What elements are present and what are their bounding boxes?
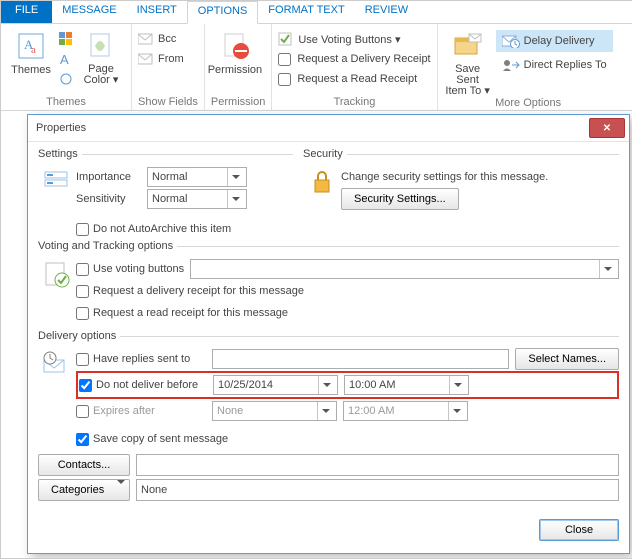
security-text: Change security settings for this messag… <box>341 171 548 183</box>
voting-buttons[interactable]: Use Voting Buttons ▾ <box>278 30 430 48</box>
do-not-deliver-check[interactable]: Do not deliver before <box>79 379 207 392</box>
security-icon <box>303 166 341 210</box>
autoarchive-check[interactable]: Do not AutoArchive this item <box>76 223 231 236</box>
tab-insert[interactable]: INSERT <box>127 1 187 23</box>
voting-icon <box>38 258 76 324</box>
theme-fonts[interactable]: A <box>59 50 73 68</box>
settings-group: Settings Importance Normal Sensitivity N… <box>38 148 293 210</box>
chevron-down-icon <box>227 168 244 186</box>
voting-tracking-group: Voting and Tracking options Use voting b… <box>38 240 619 324</box>
group-more: Save SentItem To ▾ Delay Delivery Direct… <box>438 24 619 110</box>
svg-text:a: a <box>31 44 36 56</box>
properties-dialog: Properties ✕ Settings Importance Normal … <box>27 114 630 554</box>
group-permission-label: Permission <box>211 96 265 108</box>
group-permission: Permission Permission <box>205 24 272 110</box>
save-sent-button[interactable]: Save SentItem To ▾ <box>444 28 492 97</box>
have-replies-check[interactable]: Have replies sent to <box>76 353 206 366</box>
expires-date-combo: None <box>212 401 337 421</box>
theme-colors[interactable] <box>59 30 73 48</box>
ribbon-tabs: FILE MESSAGE INSERT OPTIONS FORMAT TEXT … <box>1 1 632 24</box>
chevron-down-icon <box>227 190 244 208</box>
themes-label: Themes <box>11 64 51 76</box>
from-button[interactable]: From <box>138 50 198 68</box>
dialog-title: Properties <box>36 122 86 134</box>
deliver-time-combo[interactable]: 10:00 AM <box>344 375 469 395</box>
req-delivery-check[interactable]: Request a delivery receipt for this mess… <box>76 285 304 298</box>
req-read-check[interactable]: Request a read receipt for this message <box>76 307 288 320</box>
svg-text:A: A <box>60 52 69 66</box>
delivery-receipt[interactable]: Request a Delivery Receipt <box>278 50 430 68</box>
settings-icon <box>38 166 76 210</box>
importance-combo[interactable]: Normal <box>147 167 247 187</box>
chevron-down-icon <box>318 376 335 394</box>
security-group: Security Change security settings for th… <box>303 148 619 210</box>
use-voting-check[interactable]: Use voting buttons <box>76 263 184 276</box>
contacts-button[interactable]: Contacts... <box>38 454 130 476</box>
group-themes: Aa Themes A PageColor ▾ Themes <box>1 24 132 110</box>
tab-format-text[interactable]: FORMAT TEXT <box>258 1 354 23</box>
tab-options[interactable]: OPTIONS <box>187 1 259 24</box>
chevron-down-icon <box>448 402 465 420</box>
chevron-down-icon <box>599 260 616 278</box>
read-receipt[interactable]: Request a Read Receipt <box>278 70 430 88</box>
tab-message[interactable]: MESSAGE <box>52 1 126 23</box>
sensitivity-combo[interactable]: Normal <box>147 189 247 209</box>
app-window: FILE MESSAGE INSERT OPTIONS FORMAT TEXT … <box>0 0 632 559</box>
importance-label: Importance <box>76 171 141 183</box>
dialog-close-button[interactable]: ✕ <box>589 118 625 138</box>
group-tracking-label: Tracking <box>278 96 430 108</box>
categories-field[interactable]: None <box>136 479 619 501</box>
replies-to-field[interactable] <box>212 349 509 369</box>
delivery-icon <box>38 348 76 450</box>
tab-review[interactable]: REVIEW <box>355 1 418 23</box>
chevron-down-icon <box>317 402 334 420</box>
contacts-field[interactable] <box>136 454 619 476</box>
highlight-delay-row: Do not deliver before 10/25/2014 10:00 A… <box>76 371 619 399</box>
expires-time-combo: 12:00 AM <box>343 401 468 421</box>
chevron-down-icon <box>449 376 466 394</box>
deliver-date-combo[interactable]: 10/25/2014 <box>213 375 338 395</box>
close-button[interactable]: Close <box>539 519 619 541</box>
bcc-button[interactable]: Bcc <box>138 30 198 48</box>
permission-button[interactable]: Permission <box>211 28 259 76</box>
theme-effects[interactable] <box>59 70 73 88</box>
select-names-button[interactable]: Select Names... <box>515 348 619 370</box>
group-show-label: Show Fields <box>138 96 198 108</box>
delivery-options-group: Delivery options Have replies sent to Se… <box>38 330 619 501</box>
categories-button[interactable]: Categories <box>38 479 130 501</box>
expires-after-check[interactable]: Expires after <box>76 405 206 418</box>
group-themes-label: Themes <box>7 96 125 108</box>
page-color-button[interactable]: PageColor ▾ <box>77 28 125 86</box>
delay-delivery-button[interactable]: Delay Delivery <box>496 30 613 52</box>
direct-replies-button[interactable]: Direct Replies To <box>496 54 613 76</box>
themes-button[interactable]: Aa Themes <box>7 28 55 76</box>
page-color-icon <box>85 30 117 62</box>
group-tracking: Use Voting Buttons ▾ Request a Delivery … <box>272 24 437 110</box>
security-settings-button[interactable]: Security Settings... <box>341 188 459 210</box>
page-color-label: PageColor ▾ <box>84 64 119 86</box>
sensitivity-label: Sensitivity <box>76 193 141 205</box>
tab-file[interactable]: FILE <box>1 1 52 23</box>
group-show-fields: Bcc From Show Fields <box>132 24 205 110</box>
chevron-down-icon <box>117 484 125 496</box>
group-more-label: More Options <box>444 97 613 109</box>
voting-combo[interactable] <box>190 259 619 279</box>
permission-label: Permission <box>208 64 262 76</box>
ribbon: Aa Themes A PageColor ▾ Themes Bcc From … <box>1 24 632 111</box>
save-copy-check[interactable]: Save copy of sent message <box>76 433 228 446</box>
save-sent-label: Save SentItem To ▾ <box>444 64 492 97</box>
save-sent-icon <box>452 30 484 62</box>
close-icon: ✕ <box>603 123 611 134</box>
permission-icon <box>219 30 251 62</box>
dialog-titlebar: Properties ✕ <box>28 115 629 142</box>
themes-icon: Aa <box>15 30 47 62</box>
